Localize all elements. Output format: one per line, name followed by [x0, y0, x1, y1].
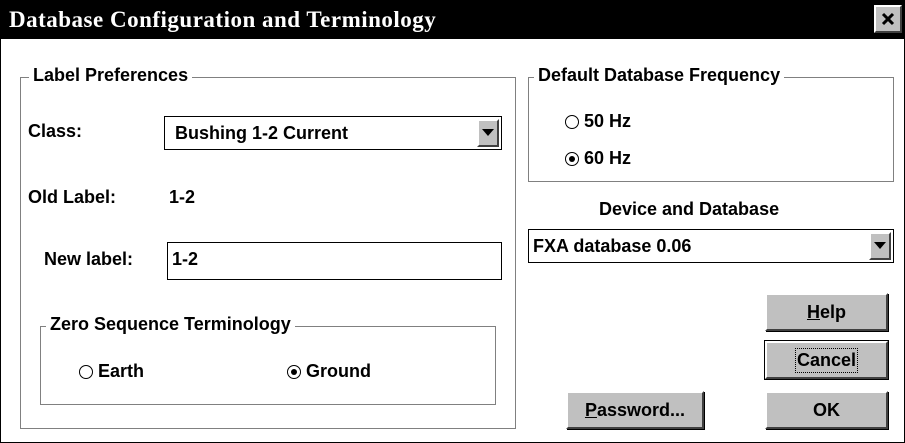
- label-preferences-legend: Label Preferences: [29, 65, 193, 86]
- class-label: Class:: [28, 121, 83, 141]
- class-dropdown[interactable]: Bushing 1-2 Current: [164, 116, 502, 150]
- dialog-window: Database Configuration and Terminology L…: [0, 0, 905, 443]
- window-title: Database Configuration and Terminology: [9, 7, 437, 32]
- freq-50hz-radio[interactable]: 50 Hz: [565, 111, 631, 132]
- title-bar: Database Configuration and Terminology: [1, 1, 904, 39]
- ok-button[interactable]: OK: [765, 391, 888, 429]
- class-value: Bushing 1-2 Current: [175, 123, 349, 143]
- ground-radio[interactable]: Ground: [287, 361, 371, 382]
- new-label-value: 1-2: [172, 249, 199, 269]
- earth-radio[interactable]: Earth: [79, 361, 144, 382]
- chevron-down-icon: [874, 242, 886, 249]
- frequency-legend: Default Database Frequency: [534, 65, 785, 86]
- device-heading: Device and Database: [599, 199, 780, 219]
- radio-icon: [565, 114, 579, 129]
- new-label-input[interactable]: 1-2: [167, 242, 502, 280]
- cancel-button-label: Cancel: [794, 347, 859, 373]
- freq-50hz-label: 50 Hz: [584, 111, 632, 131]
- ok-button-label: OK: [813, 399, 840, 420]
- device-value: FXA database 0.06: [533, 236, 692, 256]
- old-label-value: 1-2: [169, 187, 196, 207]
- close-icon: [881, 12, 895, 26]
- password-button-label: Password...: [584, 399, 686, 420]
- chevron-down-icon: [482, 129, 494, 136]
- radio-icon: [565, 151, 579, 166]
- radio-icon: [287, 364, 301, 379]
- new-label-label: New label:: [44, 249, 134, 269]
- help-button-label: Help: [806, 301, 846, 322]
- device-dropdown[interactable]: FXA database 0.06: [528, 229, 894, 263]
- close-button[interactable]: [874, 5, 902, 33]
- freq-60hz-label: 60 Hz: [584, 148, 632, 168]
- cancel-button[interactable]: Cancel: [764, 340, 889, 380]
- radio-icon: [79, 364, 93, 379]
- help-button[interactable]: Help: [765, 293, 888, 331]
- old-label-label: Old Label:: [28, 187, 117, 207]
- class-dropdown-button[interactable]: [477, 119, 499, 147]
- earth-radio-label: Earth: [98, 361, 145, 381]
- ground-radio-label: Ground: [306, 361, 371, 381]
- zero-sequence-legend: Zero Sequence Terminology: [46, 314, 295, 335]
- device-dropdown-button[interactable]: [869, 232, 891, 260]
- freq-60hz-radio[interactable]: 60 Hz: [565, 148, 631, 169]
- password-button[interactable]: Password...: [566, 391, 704, 429]
